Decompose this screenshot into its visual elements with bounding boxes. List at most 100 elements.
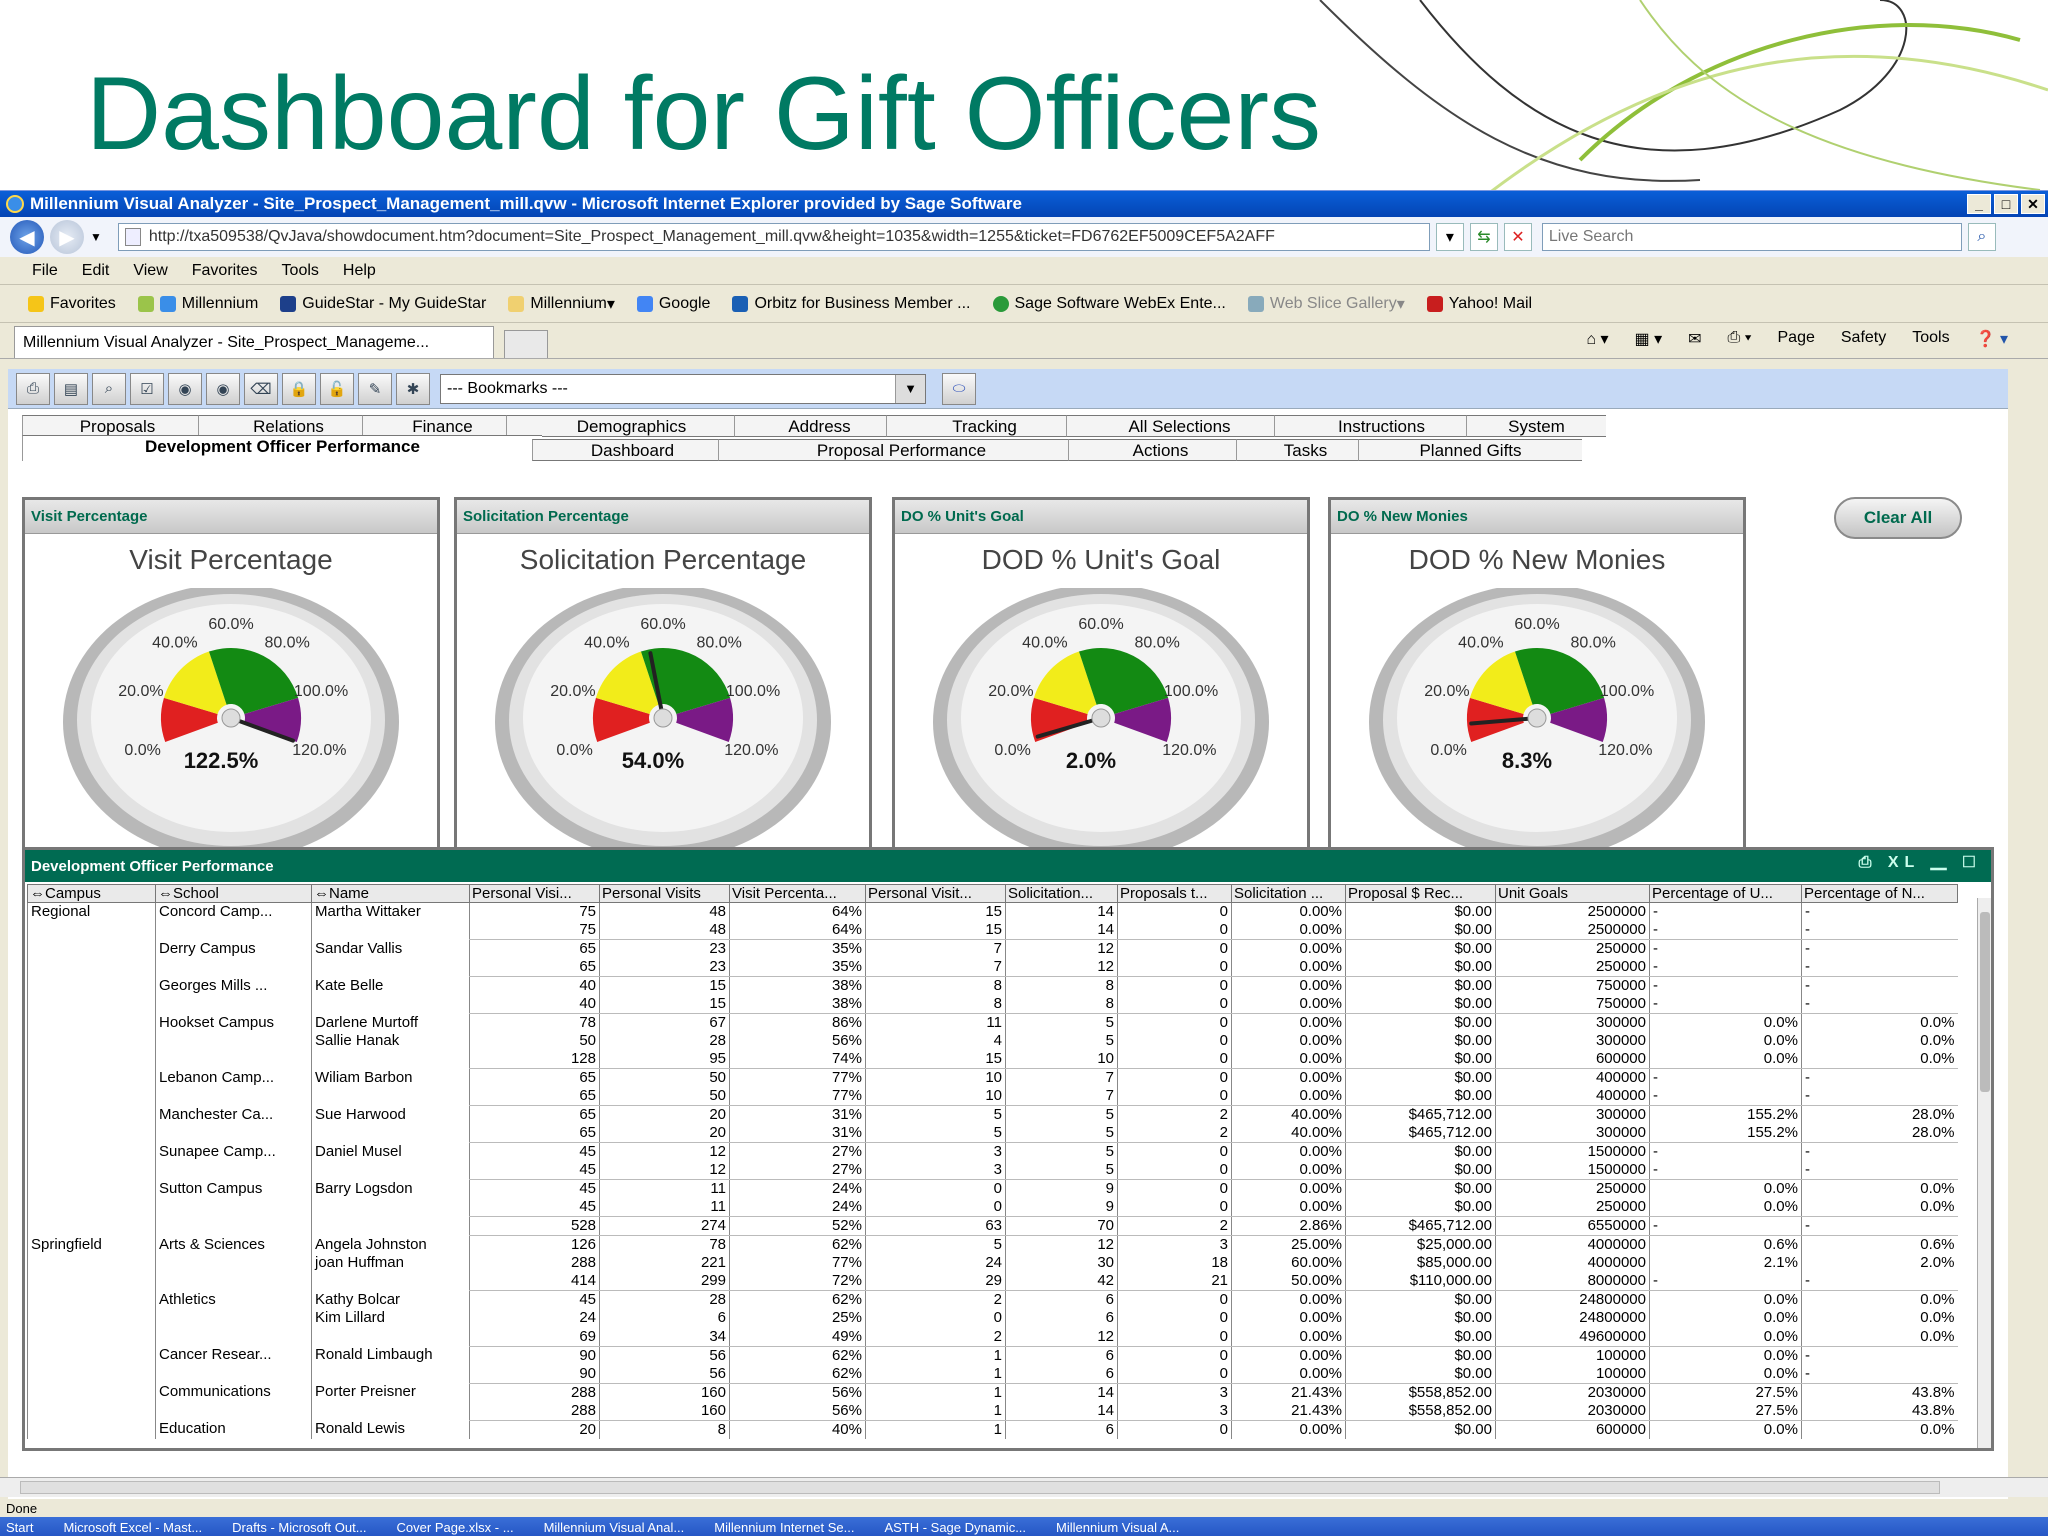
table-cell[interactable]	[27, 1364, 156, 1384]
table-cell[interactable]: Lebanon Camp...	[155, 1068, 312, 1088]
menu-favorites[interactable]: Favorites	[192, 262, 258, 280]
table-cell[interactable]	[27, 1087, 156, 1106]
taskbar-item[interactable]: Microsoft Excel - Mast...	[63, 1520, 202, 1535]
table-cell[interactable]	[155, 1327, 312, 1347]
table-cell[interactable]	[27, 1013, 156, 1032]
table-window-controls[interactable]: ⎙ XL ▁ ☐	[1859, 854, 1981, 872]
taskbar-item[interactable]: Millennium Visual A...	[1056, 1520, 1179, 1535]
table-cell[interactable]	[155, 995, 312, 1014]
table-cell[interactable]: Manchester Ca...	[155, 1105, 312, 1125]
back-selection-icon[interactable]: ◉	[168, 372, 202, 405]
table-cell[interactable]	[27, 1142, 156, 1162]
table-cell[interactable]	[155, 1124, 312, 1143]
sheet-tab[interactable]: System	[1466, 415, 1606, 437]
address-bar[interactable]: http://txa509538/QvJava/showdocument.htm…	[117, 223, 1430, 251]
table-cell[interactable]	[311, 1161, 470, 1180]
table-cell[interactable]: Springfield	[27, 1235, 156, 1255]
table-cell[interactable]	[155, 921, 312, 940]
table-cell[interactable]	[155, 1216, 312, 1236]
favorite-link[interactable]: Millennium	[137, 295, 258, 313]
table-cell[interactable]	[311, 995, 470, 1014]
table-cell[interactable]	[27, 1105, 156, 1125]
column-header[interactable]: Solicitation ...	[1231, 884, 1346, 903]
column-header[interactable]: ⇔School	[155, 884, 312, 903]
table-cell[interactable]	[27, 1309, 156, 1328]
favorite-link[interactable]: Orbitz for Business Member ...	[732, 295, 971, 313]
table-cell[interactable]: Wiliam Barbon	[311, 1068, 470, 1088]
start-button[interactable]: Start	[6, 1520, 33, 1535]
lock-icon[interactable]: 🔒	[282, 372, 316, 405]
taskbar-item[interactable]: ASTH - Sage Dynamic...	[884, 1520, 1026, 1535]
sheet-tab[interactable]: Tasks	[1236, 439, 1374, 461]
table-cell[interactable]: Martha Wittaker	[311, 902, 470, 921]
column-header[interactable]: ⇔Campus	[27, 884, 156, 903]
menu-view[interactable]: View	[133, 262, 167, 280]
favorite-link[interactable]: GuideStar - My GuideStar	[280, 295, 486, 313]
table-cell[interactable]	[311, 1401, 470, 1421]
table-cell[interactable]: Georges Mills ...	[155, 976, 312, 995]
table-cell[interactable]: Barry Logsdon	[311, 1179, 470, 1199]
table-cell[interactable]	[155, 1032, 312, 1051]
table-cell[interactable]	[27, 1272, 156, 1291]
menu-edit[interactable]: Edit	[82, 262, 110, 280]
table-cell[interactable]	[311, 1087, 470, 1106]
taskbar-item[interactable]: Millennium Visual Anal...	[544, 1520, 685, 1535]
table-cell[interactable]	[311, 1124, 470, 1143]
stop-icon[interactable]: ✕	[1503, 223, 1532, 251]
sheet-tab[interactable]: All Selections	[1066, 415, 1292, 437]
table-cell[interactable]	[27, 1068, 156, 1088]
table-cell[interactable]	[27, 1124, 156, 1143]
table-cell[interactable]	[311, 958, 470, 977]
new-tab-button[interactable]	[504, 330, 548, 358]
table-cell[interactable]	[155, 1198, 312, 1217]
search-input[interactable]: Live Search	[1541, 223, 1962, 251]
column-header[interactable]: Proposals t...	[1117, 884, 1232, 903]
table-cell[interactable]	[27, 995, 156, 1014]
column-header[interactable]: Percentage of U...	[1649, 884, 1802, 903]
page-horizontal-scrollbar[interactable]	[0, 1477, 2048, 1497]
table-cell[interactable]: Education	[155, 1420, 312, 1439]
table-cell[interactable]: Sandar Vallis	[311, 939, 470, 958]
table-cell[interactable]: Sallie Hanak	[311, 1032, 470, 1051]
feeds-icon[interactable]: ▦ ▾	[1635, 329, 1663, 349]
sheet-tab[interactable]: Relations	[198, 415, 378, 437]
table-cell[interactable]	[155, 1364, 312, 1384]
table-cell[interactable]: joan Huffman	[311, 1254, 470, 1273]
sheet-tab[interactable]: Proposal Performance	[718, 439, 1084, 461]
address-dropdown-icon[interactable]: ▾	[1435, 223, 1464, 251]
browser-tab[interactable]: Millennium Visual Analyzer - Site_Prospe…	[14, 326, 494, 358]
column-header[interactable]: Personal Visits	[599, 884, 730, 903]
table-cell[interactable]: Cancer Resear...	[155, 1346, 312, 1365]
column-header[interactable]: Percentage of N...	[1801, 884, 1958, 903]
sheet-tab[interactable]: Finance	[362, 415, 522, 437]
add-bookmark-icon[interactable]: ✎	[358, 372, 392, 405]
column-header[interactable]: Solicitation...	[1005, 884, 1118, 903]
table-cell[interactable]	[27, 1216, 156, 1236]
tools-menu[interactable]: Tools	[1912, 329, 1949, 349]
scroll-thumb[interactable]	[1980, 912, 1990, 1092]
mail-icon[interactable]: ✉	[1688, 329, 1701, 349]
table-cell[interactable]	[311, 1050, 470, 1069]
table-cell[interactable]	[311, 1216, 470, 1236]
table-cell[interactable]	[27, 958, 156, 977]
taskbar-item[interactable]: Drafts - Microsoft Out...	[232, 1520, 366, 1535]
page-menu[interactable]: Page	[1778, 329, 1815, 349]
table-cell[interactable]	[155, 1254, 312, 1273]
back-icon[interactable]: ◀	[10, 220, 44, 254]
home-icon[interactable]: ⌂ ▾	[1586, 329, 1608, 349]
table-cell[interactable]: Regional	[27, 902, 156, 921]
favorites-button[interactable]: Favorites	[28, 295, 116, 313]
table-cell[interactable]	[27, 939, 156, 958]
table-cell[interactable]: Arts & Sciences	[155, 1235, 312, 1255]
table-cell[interactable]: Athletics	[155, 1290, 312, 1310]
table-cell[interactable]: Kim Lillard	[311, 1309, 470, 1328]
sheet-tab[interactable]: Tracking	[886, 415, 1082, 437]
safety-menu[interactable]: Safety	[1841, 329, 1886, 349]
bookmarks-select[interactable]: --- Bookmarks --- ▼	[440, 373, 926, 404]
sheet-tab[interactable]: Demographics	[506, 415, 756, 437]
table-cell[interactable]	[27, 1420, 156, 1439]
table-cell[interactable]	[155, 1401, 312, 1421]
menu-help[interactable]: Help	[343, 262, 376, 280]
help-icon[interactable]: ❓ ▾	[1976, 329, 2008, 349]
remove-bookmark-icon[interactable]: ✱	[396, 372, 430, 405]
